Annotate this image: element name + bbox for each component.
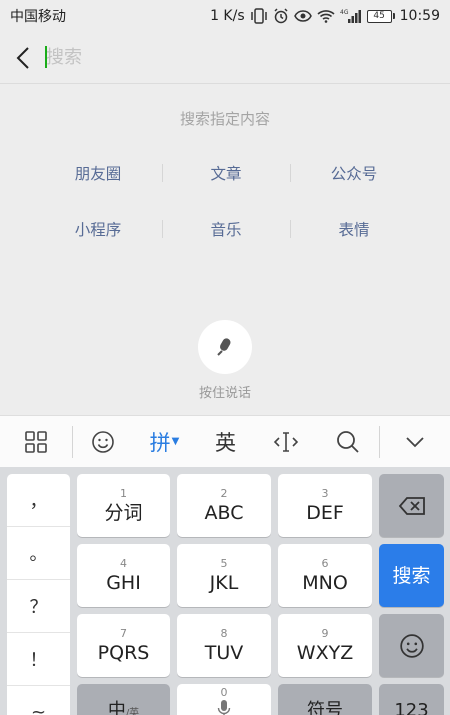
key-number: 1 bbox=[120, 486, 127, 500]
network-type-label: 4G bbox=[340, 9, 349, 16]
key-number: 5 bbox=[220, 556, 228, 570]
alarm-icon bbox=[273, 8, 289, 24]
punct-exclaim-key[interactable]: ！ bbox=[7, 633, 70, 686]
category-articles[interactable]: 文章 bbox=[162, 162, 290, 184]
key-label: 符号 bbox=[307, 700, 343, 715]
key-label: 123 bbox=[394, 700, 429, 715]
battery-icon: 45 bbox=[366, 9, 395, 23]
key-label: 中/英 bbox=[107, 700, 140, 715]
smiley-icon bbox=[399, 633, 424, 658]
emoji-key[interactable] bbox=[379, 614, 444, 677]
key-3-def[interactable]: 3 DEF bbox=[278, 474, 372, 537]
key-label: ABC bbox=[204, 501, 244, 524]
key-number: 7 bbox=[120, 626, 127, 640]
text-cursor-icon bbox=[273, 431, 299, 452]
key-number: 8 bbox=[220, 626, 228, 640]
key-9-wxyz[interactable]: 9 WXYZ bbox=[278, 614, 372, 677]
key-1-segment[interactable]: 1 分词 bbox=[77, 474, 170, 537]
chevron-down-icon bbox=[406, 436, 424, 447]
key-6-mno[interactable]: 6 MNO bbox=[278, 544, 372, 607]
smiley-icon bbox=[92, 430, 114, 453]
caret-down-icon: ▼ bbox=[171, 436, 180, 447]
wifi-icon bbox=[317, 9, 335, 23]
punctuation-column: ， 。 ？ ！ ~ bbox=[7, 474, 70, 715]
back-button[interactable] bbox=[0, 32, 46, 84]
vibrate-icon bbox=[250, 8, 268, 24]
search-header bbox=[0, 32, 450, 84]
key-8-tuv[interactable]: 8 TUV bbox=[177, 614, 271, 677]
key-number: 3 bbox=[321, 486, 329, 500]
english-label: 英 bbox=[215, 430, 236, 455]
network-speed: 1 K/s bbox=[210, 8, 245, 24]
clock: 10:59 bbox=[399, 8, 440, 24]
key-number: 2 bbox=[220, 486, 228, 500]
key-label: DEF bbox=[306, 501, 344, 524]
battery-level: 45 bbox=[366, 9, 392, 23]
key-label: MNO bbox=[302, 571, 348, 594]
key-label: PQRS bbox=[97, 641, 150, 664]
backspace-icon bbox=[398, 496, 425, 515]
voice-input-button[interactable] bbox=[198, 320, 252, 374]
chinese-english-switch-key[interactable]: 中/英 bbox=[77, 684, 170, 715]
eye-icon bbox=[293, 9, 312, 23]
search-input[interactable] bbox=[46, 41, 450, 74]
key-label: 分词 bbox=[104, 501, 143, 524]
search-key-label: 搜索 bbox=[392, 565, 431, 587]
key-number: 4 bbox=[120, 556, 127, 570]
search-submit-key[interactable]: 搜索 bbox=[379, 544, 444, 607]
key-label: WXYZ bbox=[296, 641, 354, 664]
category-moments[interactable]: 朋友圈 bbox=[34, 162, 162, 184]
key-0-space[interactable]: 0 bbox=[177, 684, 271, 715]
punct-question-key[interactable]: ？ bbox=[7, 580, 70, 633]
key-4-ghi[interactable]: 4 GHI bbox=[77, 544, 170, 607]
symbols-key[interactable]: 符号 bbox=[278, 684, 372, 715]
status-bar: 中国移动 1 K/s 4G 45 10:59 bbox=[0, 0, 450, 32]
numbers-key[interactable]: 123 bbox=[379, 684, 444, 715]
key-label: GHI bbox=[106, 571, 141, 594]
keyboard: ， 。 ？ ！ ~ 1 分词 2 ABC 3 DEF 4 GHI 5 JKL 6… bbox=[0, 467, 450, 715]
category-official-accounts[interactable]: 公众号 bbox=[290, 162, 418, 184]
cursor-move-button[interactable] bbox=[255, 416, 317, 468]
keyboard-toolbar: 拼 ▼ 英 bbox=[0, 415, 450, 467]
category-mini-programs[interactable]: 小程序 bbox=[34, 218, 162, 240]
key-label: JKL bbox=[209, 571, 239, 594]
text-cursor bbox=[45, 46, 47, 68]
emoji-button[interactable] bbox=[73, 416, 133, 468]
microphone-icon bbox=[217, 338, 231, 356]
category-stickers[interactable]: 表情 bbox=[290, 218, 418, 240]
key-number: 9 bbox=[321, 626, 329, 640]
key-2-abc[interactable]: 2 ABC bbox=[177, 474, 271, 537]
grid-icon bbox=[25, 430, 47, 453]
microphone-icon bbox=[217, 700, 231, 715]
status-icons: 1 K/s 4G 45 10:59 bbox=[210, 8, 440, 24]
wechat-search-screen: 中国移动 1 K/s 4G 45 10:59 搜索 搜索指定内容 朋友圈 文章 … bbox=[0, 0, 450, 715]
punct-tilde-key[interactable]: ~ bbox=[7, 686, 70, 715]
punct-period-key[interactable]: 。 bbox=[7, 527, 70, 580]
voice-input-label: 按住说话 bbox=[198, 386, 251, 401]
hide-keyboard-button[interactable] bbox=[380, 416, 450, 468]
backspace-key[interactable] bbox=[379, 474, 444, 537]
key-7-pqrs[interactable]: 7 PQRS bbox=[77, 614, 170, 677]
key-5-jkl[interactable]: 5 JKL bbox=[177, 544, 271, 607]
search-button[interactable] bbox=[317, 416, 379, 468]
punct-comma-key[interactable]: ， bbox=[7, 474, 70, 527]
chevron-left-icon bbox=[16, 46, 29, 69]
pinyin-label: 拼 bbox=[149, 430, 171, 455]
carrier-label: 中国移动 bbox=[10, 9, 66, 25]
category-music[interactable]: 音乐 bbox=[162, 218, 290, 240]
search-category-grid: 朋友圈 文章 公众号 小程序 音乐 表情 bbox=[34, 150, 418, 262]
english-mode-button[interactable]: 英 bbox=[196, 416, 255, 468]
signal-icon: 4G bbox=[340, 8, 362, 24]
search-icon bbox=[337, 430, 359, 453]
key-number: 0 bbox=[220, 686, 228, 699]
key-number: 6 bbox=[321, 556, 329, 570]
search-hint-title: 搜索指定内容 bbox=[179, 110, 270, 128]
pinyin-mode-button[interactable]: 拼 ▼ bbox=[133, 416, 196, 468]
key-label: TUV bbox=[204, 641, 244, 664]
keyboard-menu-button[interactable] bbox=[0, 416, 72, 468]
